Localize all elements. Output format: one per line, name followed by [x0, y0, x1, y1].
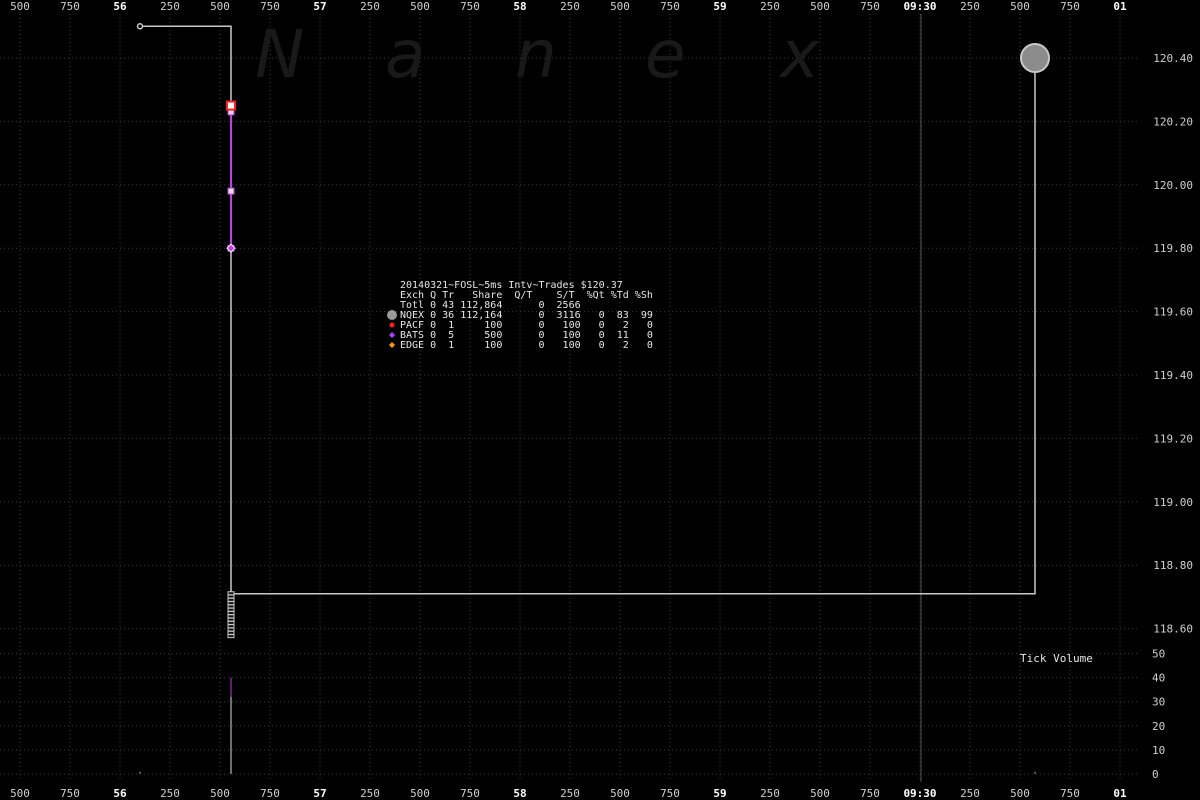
- nqex-trade-marker: [227, 594, 235, 599]
- time-tick-label-top: 59: [713, 0, 726, 13]
- time-tick-label-top: 57: [313, 0, 326, 13]
- price-tick-label: 118.80: [1153, 559, 1193, 572]
- time-tick-label-top: 750: [1060, 0, 1080, 13]
- price-tick-label: 119.00: [1153, 496, 1193, 509]
- time-tick-label-top: 750: [260, 0, 280, 13]
- volume-tick-label: 0: [1152, 768, 1159, 781]
- legend-marker-pacf: [389, 322, 395, 328]
- time-tick-label-top: 250: [560, 0, 580, 13]
- time-tick-label-bottom: 57: [313, 787, 326, 800]
- nqex-trade-marker: [227, 614, 235, 619]
- time-tick-label-bottom: 250: [560, 787, 580, 800]
- time-tick-label-top: 250: [760, 0, 780, 13]
- time-tick-label-bottom: 500: [10, 787, 30, 800]
- time-tick-label-top: 750: [60, 0, 80, 13]
- time-tick-label-bottom: 250: [360, 787, 380, 800]
- nqex-trade-marker: [227, 627, 235, 632]
- time-tick-label-top: 500: [10, 0, 30, 13]
- time-tick-label-top: 750: [460, 0, 480, 13]
- time-tick-label-top: 250: [960, 0, 980, 13]
- time-tick-label-top: 750: [860, 0, 880, 13]
- time-tick-label-bottom: 500: [410, 787, 430, 800]
- time-tick-label-bottom: 750: [1060, 787, 1080, 800]
- time-tick-label-top: 250: [160, 0, 180, 13]
- time-tick-label-bottom: 09:30: [903, 787, 936, 800]
- watermark-letter: x: [778, 16, 820, 93]
- volume-tick-label: 40: [1152, 672, 1165, 685]
- legend-row: EDGE 0 1 100 0 100 0 2 0: [400, 340, 653, 351]
- price-tick-label: 120.40: [1153, 52, 1193, 65]
- nqex-last-trade-circle: [1020, 43, 1050, 73]
- price-tick-label: 119.40: [1153, 369, 1193, 382]
- time-tick-label-top: 58: [513, 0, 526, 13]
- legend-marker-nqex: [387, 310, 397, 320]
- watermark-letter: a: [385, 16, 425, 93]
- time-tick-label-top: 500: [810, 0, 830, 13]
- volume-axis-title: Tick Volume: [1020, 652, 1093, 665]
- time-tick-label-bottom: 59: [713, 787, 726, 800]
- time-tick-label-top: 500: [210, 0, 230, 13]
- time-tick-label-bottom: 750: [60, 787, 80, 800]
- time-tick-label-top: 250: [360, 0, 380, 13]
- time-tick-label-top: 09:30: [903, 0, 936, 13]
- nqex-trade-marker: [227, 624, 235, 629]
- nqex-trade-marker: [227, 634, 235, 639]
- time-tick-label-bottom: 500: [1010, 787, 1030, 800]
- price-tick-label: 118.60: [1153, 623, 1193, 636]
- volume-tick-label: 20: [1152, 720, 1165, 733]
- nqex-trade-marker: [227, 630, 235, 635]
- chart-canvas: Nanex 5005007507505656250250500500750750…: [0, 0, 1200, 800]
- time-tick-label-top: 750: [660, 0, 680, 13]
- time-tick-label-bottom: 58: [513, 787, 526, 800]
- nqex-trade-marker: [227, 617, 235, 622]
- time-tick-label-bottom: 250: [960, 787, 980, 800]
- time-tick-label-bottom: 250: [760, 787, 780, 800]
- nqex-trade-marker: [227, 597, 235, 602]
- time-tick-label-bottom: 500: [810, 787, 830, 800]
- nqex-start-point: [136, 23, 144, 30]
- time-tick-label-bottom: 750: [660, 787, 680, 800]
- chart-legend: 20140321~FOSL~5ms Intv~Trades $120.37Exc…: [387, 280, 653, 351]
- time-tick-label-bottom: 500: [610, 787, 630, 800]
- volume-tick-label: 50: [1152, 648, 1165, 661]
- price-tick-label: 120.00: [1153, 179, 1193, 192]
- watermark-letter: e: [645, 16, 686, 93]
- time-tick-label-bottom: 56: [113, 787, 127, 800]
- nqex-trade-marker: [227, 611, 235, 616]
- nqex-trade-marker: [227, 601, 235, 606]
- price-tick-label: 120.20: [1153, 115, 1193, 128]
- time-tick-label-bottom: 01: [1113, 787, 1127, 800]
- volume-tick-label: 10: [1152, 744, 1165, 757]
- watermark-letter: N: [255, 16, 304, 93]
- time-tick-label-top: 500: [410, 0, 430, 13]
- bats-trade-marker: [227, 187, 235, 195]
- time-tick-label-bottom: 750: [860, 787, 880, 800]
- watermark-letter: n: [515, 16, 557, 93]
- time-tick-label-bottom: 250: [160, 787, 180, 800]
- nqex-trade-marker: [227, 620, 235, 625]
- price-tick-label: 119.80: [1153, 242, 1193, 255]
- time-tick-label-top: 500: [610, 0, 630, 13]
- price-tick-label: 119.60: [1153, 306, 1193, 319]
- time-tick-label-top: 01: [1113, 0, 1127, 13]
- volume-tick-label: 30: [1152, 696, 1165, 709]
- nqex-trade-marker: [227, 607, 235, 612]
- price-tick-label: 119.20: [1153, 432, 1193, 445]
- time-tick-label-bottom: 750: [460, 787, 480, 800]
- time-tick-label-bottom: 750: [260, 787, 280, 800]
- time-tick-label-top: 500: [1010, 0, 1030, 13]
- time-tick-label-top: 56: [113, 0, 127, 13]
- nqex-trade-marker: [227, 591, 235, 596]
- nqex-trade-marker: [227, 604, 235, 609]
- pacf-trade-marker: [226, 100, 236, 111]
- time-tick-label-bottom: 500: [210, 787, 230, 800]
